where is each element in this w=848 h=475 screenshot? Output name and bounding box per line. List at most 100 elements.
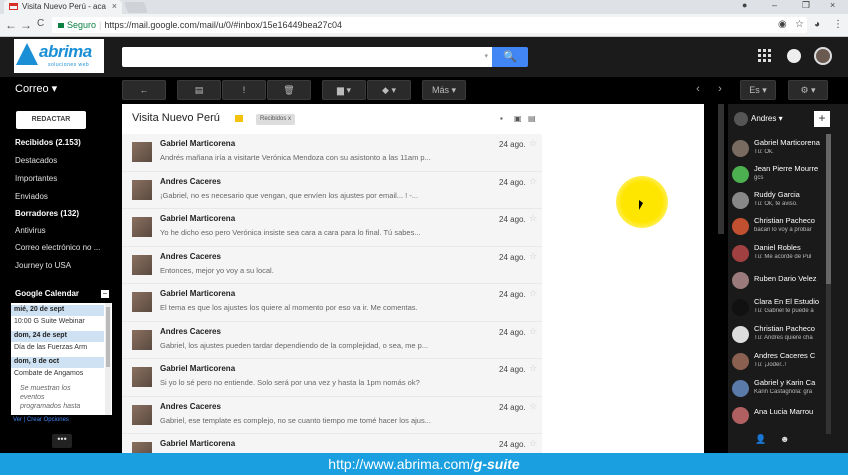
star-icon[interactable]: ☆: [529, 438, 537, 449]
newer-icon[interactable]: ‹: [688, 80, 708, 100]
chat-scrollbar[interactable]: [826, 134, 831, 434]
chat-contact[interactable]: Ruddy Garcia Tú: Ok, te aviso.: [732, 188, 824, 214]
secure-label: Seguro: [67, 20, 97, 30]
star-icon[interactable]: ☆: [529, 138, 537, 149]
calendar-minimize-icon[interactable]: –: [101, 290, 109, 298]
star-icon[interactable]: ☆: [529, 326, 537, 337]
older-icon[interactable]: ›: [710, 80, 730, 100]
print-icon[interactable]: ▣: [514, 114, 522, 123]
extension-icon[interactable]: ◕: [814, 19, 820, 30]
sidebar-item-inbox[interactable]: Recibidos (2.153): [15, 138, 81, 147]
profile-icon[interactable]: ●: [742, 0, 747, 10]
star-icon[interactable]: ☆: [529, 401, 537, 412]
contact-status: Tú: Andres quiere cha: [754, 335, 813, 341]
chat-contact[interactable]: Christian Pacheco Tú: Andres quiere cha: [732, 322, 824, 348]
message-row[interactable]: Gabriel Marticorena Yo he dicho eso pero…: [122, 209, 542, 247]
message-row[interactable]: Andres Caceres ¡Gabriel, no es necesario…: [122, 171, 542, 209]
new-chat-button[interactable]: +: [814, 111, 830, 127]
reload-icon[interactable]: C: [37, 18, 44, 29]
message-row[interactable]: Andres Caceres Entonces, mejor yo voy a …: [122, 246, 542, 284]
chat-contact[interactable]: Ana Lucia Marrou: [732, 403, 824, 429]
thread-subject: Visita Nuevo Perú: [132, 112, 220, 124]
star-icon[interactable]: ☆: [529, 213, 537, 224]
forward-icon[interactable]: →: [20, 18, 32, 32]
star-icon[interactable]: ☆: [529, 176, 537, 187]
calendar-event[interactable]: Día de las Fuerzas Arm: [14, 344, 87, 351]
thread-view: Visita Nuevo Perú Recibidos x ▪ ▣ ▤ Gabr…: [122, 104, 704, 453]
message-date: 24 ago.: [499, 327, 526, 337]
restore-icon[interactable]: ❐: [802, 0, 810, 11]
labels-button[interactable]: ◆ ▾: [367, 80, 411, 100]
chat-contact[interactable]: Gabriel Marticorena Tú: Ok.: [732, 136, 824, 162]
settings-button[interactable]: ⚙ ▾: [788, 80, 828, 100]
abrima-logo[interactable]: abrima soluciones web: [14, 39, 104, 73]
message-row[interactable]: Gabriel Marticorena Andrés mañana iría a…: [122, 134, 542, 172]
report-spam-button[interactable]: !: [222, 80, 266, 100]
calendar-links[interactable]: Ver | Crear Opciones: [13, 417, 69, 423]
important-marker-icon[interactable]: [235, 115, 243, 122]
message-row[interactable]: Gabriel Marticorena Si yo lo sé pero no …: [122, 359, 542, 397]
move-to-button[interactable]: ▆ ▾: [322, 80, 366, 100]
minimize-icon[interactable]: –: [772, 0, 777, 10]
label-chip-inbox[interactable]: Recibidos x: [256, 114, 296, 125]
sidebar-item-journey[interactable]: Journey to USA: [15, 261, 71, 270]
sidebar-item-spam[interactable]: Correo electrónico no ...: [15, 243, 100, 252]
apps-grid-icon[interactable]: [758, 49, 772, 63]
reply-button[interactable]: ←: [122, 80, 166, 100]
collapse-icon[interactable]: ▪: [500, 114, 508, 123]
account-avatar[interactable]: [814, 47, 832, 65]
message-row[interactable]: Gabriel Marticorena El tema es que los a…: [122, 284, 542, 322]
eye-icon[interactable]: ◉: [778, 19, 787, 30]
sidebar-item-sent[interactable]: Enviados: [15, 192, 48, 201]
message-row[interactable]: Andres Caceres Gabriel, los ajustes pued…: [122, 321, 542, 359]
search-input[interactable]: ▾: [122, 47, 492, 67]
contact-name: Ana Lucia Marrou: [754, 407, 814, 416]
sidebar-item-antivirus[interactable]: Antivirus: [15, 226, 46, 235]
message-row[interactable]: Gabriel Marticorena 24 ago. ☆: [122, 434, 542, 453]
search-options-icon[interactable]: ▾: [484, 52, 488, 60]
calendar-scrollbar[interactable]: [105, 303, 111, 415]
language-button[interactable]: Es ▾: [740, 80, 776, 100]
star-icon[interactable]: ☆: [529, 363, 537, 374]
chat-contact[interactable]: Ruben Dario Velez: [732, 268, 824, 294]
chat-contact[interactable]: Andres Caceres C Tú: ¡Joder..!: [732, 349, 824, 375]
sidebar-item-drafts[interactable]: Borradores (132): [15, 209, 79, 218]
promo-banner[interactable]: http://www.abrima.com/g-suite: [0, 453, 848, 475]
tab-close-icon[interactable]: ×: [112, 1, 117, 11]
calendar-event[interactable]: Combate de Angamos: [14, 370, 83, 377]
chat-self[interactable]: Andres ▾: [734, 112, 783, 126]
message-row[interactable]: Andres Caceres Gabriel, ese template es …: [122, 396, 542, 434]
hangouts-icon[interactable]: ☻: [780, 434, 789, 444]
contacts-icon[interactable]: 👤: [755, 434, 766, 445]
more-button[interactable]: •••: [52, 434, 72, 448]
contact-name: Gabriel y Karin Ca: [754, 378, 816, 387]
contact-name: Ruddy Garcia: [754, 190, 800, 199]
sidebar-item-important[interactable]: Importantes: [15, 174, 57, 183]
star-icon[interactable]: ☆: [529, 288, 537, 299]
chat-contact[interactable]: Clara En El Estudio Tú: Gabriel te puede…: [732, 295, 824, 321]
calendar-event[interactable]: 10:00 G Suite Webinar: [14, 318, 85, 325]
notifications-icon[interactable]: [787, 49, 801, 63]
chat-contact[interactable]: Daniel Robles Tú: Me acordé de Pul: [732, 241, 824, 267]
search-button[interactable]: 🔍: [492, 47, 528, 67]
compose-button[interactable]: REDACTAR: [16, 111, 86, 129]
bookmark-star-icon[interactable]: ☆: [795, 19, 804, 30]
close-window-icon[interactable]: ×: [830, 0, 835, 10]
app-switcher[interactable]: Correo ▾: [15, 82, 57, 95]
main-scrollbar[interactable]: [718, 104, 724, 234]
new-window-icon[interactable]: ▤: [528, 114, 536, 123]
url-input[interactable]: Seguro | https://mail.google.com/mail/u/0/…: [52, 17, 807, 33]
chat-contact[interactable]: Gabriel y Karin Ca Karin Castagnola: gra: [732, 376, 824, 402]
back-icon[interactable]: ←: [5, 18, 17, 32]
message-date: 24 ago.: [499, 440, 526, 449]
chat-contact[interactable]: Christian Pacheco bacan lo voy a probar: [732, 214, 824, 240]
sidebar-item-starred[interactable]: Destacados: [15, 156, 57, 165]
star-icon[interactable]: ☆: [529, 251, 537, 262]
menu-icon[interactable]: ⋮: [833, 19, 843, 30]
more-actions-button[interactable]: Más ▾: [422, 80, 466, 100]
browser-tab[interactable]: Visita Nuevo Perú - aca ×: [4, 0, 122, 14]
new-tab-button[interactable]: [123, 2, 149, 13]
chat-contact[interactable]: Jean Pierre Mourre gcs: [732, 162, 824, 188]
delete-button[interactable]: 🗑: [267, 80, 311, 100]
archive-button[interactable]: ▤: [177, 80, 221, 100]
